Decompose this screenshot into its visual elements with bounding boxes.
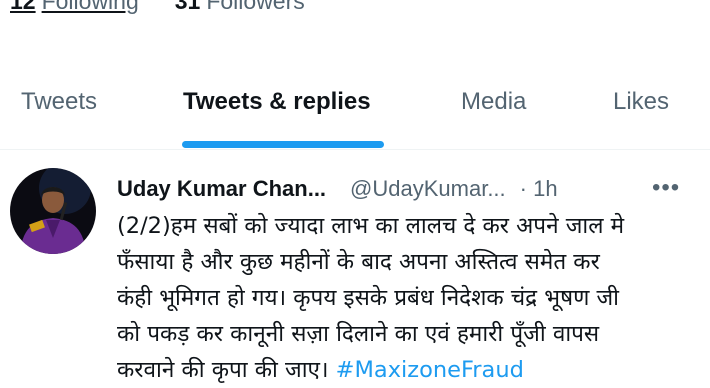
- tweet-text: (2/2)हम सबों को ज्यादा लाभ का लालच दे कर…: [117, 208, 697, 388]
- tweet-time[interactable]: · 1h: [520, 176, 558, 202]
- followers-count: 31: [174, 0, 201, 14]
- tweet-line: (2/2)हम सबों को ज्यादा लाभ का लालच दे कर…: [117, 213, 625, 239]
- tweet[interactable]: Uday Kumar Chan... @UdayKumar... · 1h ••…: [0, 150, 710, 383]
- tweet-line: कंही भूमिगत हो गय। कृपय इसके प्रबंध निदे…: [117, 285, 620, 311]
- tab-tweets[interactable]: Tweets: [21, 88, 97, 116]
- user-handle[interactable]: @UdayKumar...: [350, 176, 506, 202]
- tweet-line-text: करवाने की कृपा की जाए।: [117, 357, 329, 383]
- hashtag-link[interactable]: #MaxizoneFraud: [336, 357, 524, 383]
- following-count: 12: [10, 0, 36, 14]
- follow-stats: 12 Following 31 Followers: [10, 0, 305, 22]
- tweet-line-last: करवाने की कृपा की जाए। #MaxizoneFraud: [117, 352, 697, 388]
- more-horizontal-icon[interactable]: •••: [652, 174, 680, 202]
- followers-link[interactable]: 31 Followers: [175, 0, 305, 22]
- followers-label: Followers: [206, 0, 305, 14]
- tab-tweets-and-replies[interactable]: Tweets & replies: [183, 88, 371, 116]
- active-tab-indicator: [182, 141, 384, 148]
- tweet-header: Uday Kumar Chan... @UdayKumar... · 1h: [117, 176, 558, 202]
- display-name[interactable]: Uday Kumar Chan...: [117, 176, 326, 202]
- tweet-line: फँसाया है और कुछ महीनों के बाद अपना अस्त…: [117, 249, 600, 275]
- following-label: Following: [41, 0, 139, 14]
- avatar[interactable]: [10, 168, 96, 254]
- following-link[interactable]: 12 Following: [10, 0, 139, 22]
- tweet-line: को पकड़ कर कानूनी सज़ा दिलाने का एवं हमा…: [117, 321, 600, 347]
- tab-media[interactable]: Media: [461, 88, 526, 116]
- tab-likes[interactable]: Likes: [613, 88, 669, 116]
